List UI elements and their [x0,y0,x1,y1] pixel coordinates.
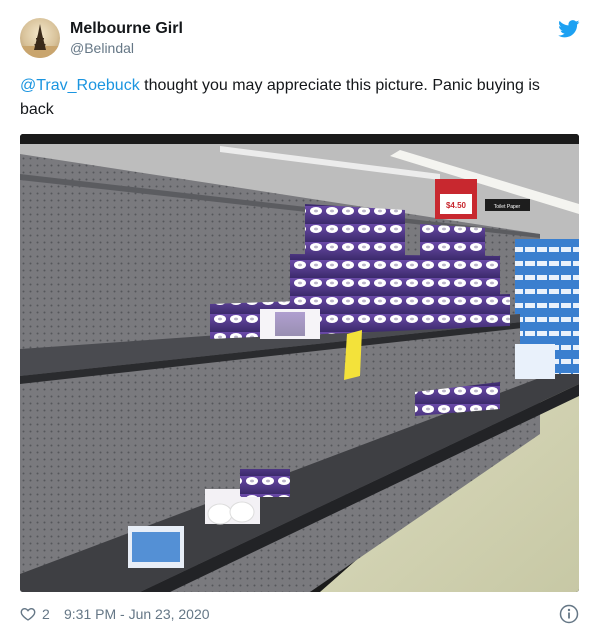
display-name[interactable]: Melbourne Girl [70,20,183,38]
user-handle[interactable]: @Belindal [70,40,134,56]
tweet-photo[interactable]: $4.50 Toilet Paper [20,134,579,592]
tweet-footer: 2 9:31 PM - Jun 23, 2020 [20,604,580,626]
price-sign-text: $4.50 [446,201,467,210]
heart-icon[interactable] [20,606,36,622]
timestamp[interactable]: 9:31 PM - Jun 23, 2020 [64,606,210,622]
eiffel-tower-icon [20,24,60,58]
avatar[interactable] [20,18,60,58]
info-icon[interactable] [559,604,579,624]
tweet-text: @Trav_Roebuck thought you may appreciate… [20,74,560,122]
supermarket-shelves-photo: $4.50 Toilet Paper [20,134,579,592]
like-count[interactable]: 2 [42,606,50,622]
twitter-bird-icon[interactable] [558,20,580,38]
mention-link[interactable]: @Trav_Roebuck [20,77,140,94]
aisle-sign-text: Toilet Paper [494,204,521,210]
